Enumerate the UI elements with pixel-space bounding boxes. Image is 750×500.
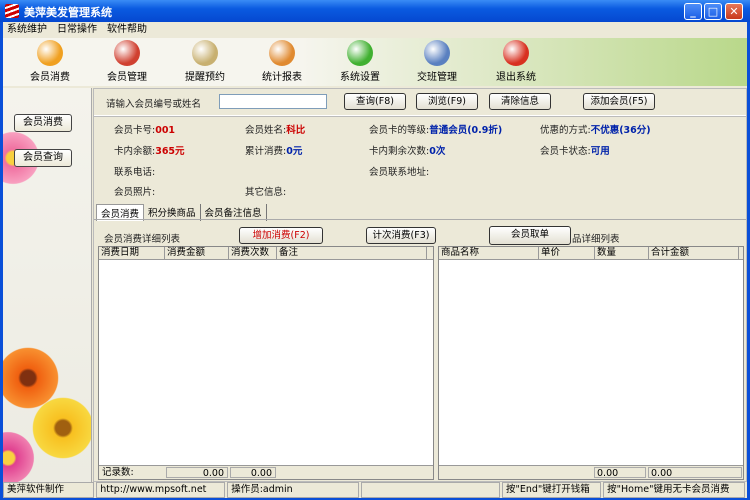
app-logo-icon [5, 4, 19, 18]
maximize-button[interactable]: □ [704, 3, 722, 20]
toolbar-label: 会员消费 [30, 72, 70, 83]
left-col-header[interactable]: 消费日期 [99, 247, 165, 259]
toolbar-button-2[interactable]: 提醒预约 [170, 40, 240, 83]
exchange-icon [424, 40, 450, 66]
product-list-title: 品详细列表 [572, 234, 620, 245]
balance-label: 卡内余额: [114, 146, 156, 157]
other-info-label: 其它信息: [245, 187, 287, 198]
query-button[interactable]: 查询(F8) [344, 93, 406, 110]
count-consume-button[interactable]: 计次消费(F3) [366, 227, 436, 244]
toolbar-label: 统计报表 [262, 72, 302, 83]
toolbar-button-3[interactable]: 统计报表 [247, 40, 317, 83]
search-input[interactable] [219, 94, 327, 109]
toolbar-label: 提醒预约 [185, 72, 225, 83]
status-cell-4: 按"End"键打开钱箱 [501, 482, 602, 498]
card-no-value: 001 [155, 125, 176, 136]
record-count-label: 记录数: [102, 467, 134, 478]
phone-label: 联系电话: [114, 167, 156, 178]
balance-value: 365元 [155, 146, 185, 157]
menu-help[interactable]: 软件帮助 [107, 24, 147, 35]
total-amount-sum: 0.00 [648, 467, 742, 479]
window-title: 美萍美发管理系统 [24, 6, 112, 19]
calendar-icon [192, 40, 218, 66]
menu-daily[interactable]: 日常操作 [57, 24, 97, 35]
product-grid: 商品名称 单价 数量 合计金额 0.00 0.00 [438, 246, 744, 480]
quantity-sum: 0.00 [594, 467, 646, 479]
name-value: 科比 [286, 125, 306, 136]
toolbar-label: 退出系统 [496, 72, 536, 83]
consume-list-title: 会员消费详细列表 [104, 234, 181, 245]
blocks-icon [347, 40, 373, 66]
toolbar-label: 系统设置 [340, 72, 380, 83]
search-label: 请输入会员编号或姓名 [106, 99, 202, 110]
member-order-button[interactable]: 会员取单 [489, 226, 571, 245]
address-label: 会员联系地址: [369, 167, 430, 178]
status-cell-1: http://www.mpsoft.net [96, 482, 226, 498]
left-col-header[interactable]: 消费金额 [165, 247, 229, 259]
photo-label: 会员照片: [114, 187, 156, 198]
browse-button[interactable]: 浏览(F9) [416, 93, 478, 110]
main-panel: 请输入会员编号或姓名 查询(F8) 浏览(F9) 清除信息 添加会员(F5) 会… [93, 88, 747, 482]
minimize-button[interactable]: _ [684, 3, 702, 20]
right-col-header[interactable]: 单价 [539, 247, 595, 259]
toolbar-button-6[interactable]: 退出系统 [481, 40, 551, 83]
menu-system[interactable]: 系统维护 [7, 24, 47, 35]
title-bar: 美萍美发管理系统 _ □ ✕ [0, 0, 750, 22]
member-consume-button[interactable]: 会员消费 [14, 114, 72, 132]
toolbar-button-5[interactable]: 交班管理 [402, 40, 472, 83]
level-label: 会员卡的等级: [369, 125, 430, 136]
toolbar: 会员消费 会员管理 提醒预约 统计报表 系统设置 交班管理 退出系统 [3, 38, 747, 86]
add-consume-button[interactable]: 增加消费(F2) [239, 227, 323, 244]
consume-grid: 消费日期 消费金额 消费次数 备注 记录数: 0.00 0.00 [98, 246, 434, 480]
amount-sum: 0.00 [166, 467, 228, 479]
exit-icon [503, 40, 529, 66]
right-col-header[interactable]: 数量 [595, 247, 649, 259]
discount-label: 优惠的方式: [540, 125, 591, 136]
sidebar: 会员消费 会员查询 [3, 88, 92, 482]
count-sum: 0.00 [230, 467, 276, 479]
divider [94, 219, 746, 220]
right-col-header[interactable]: 合计金额 [649, 247, 739, 259]
clear-button[interactable]: 清除信息 [489, 93, 551, 110]
divider [94, 115, 746, 117]
menu-bar: 系统维护 日常操作 软件帮助 [3, 22, 747, 37]
card-status-value: 可用 [590, 146, 610, 157]
forward-icon [37, 40, 63, 66]
status-cell-5: 按"Home"键用无卡会员消费 [603, 482, 745, 498]
report-icon [269, 40, 295, 66]
total-value: 0元 [286, 146, 303, 157]
toolbar-label: 交班管理 [417, 72, 457, 83]
member-warning-icon [114, 40, 140, 66]
toolbar-button-1[interactable]: 会员管理 [92, 40, 162, 83]
toolbar-label: 会员管理 [107, 72, 147, 83]
status-cell-3 [361, 482, 500, 498]
left-col-header[interactable]: 消费次数 [229, 247, 277, 259]
name-label: 会员姓名: [245, 125, 287, 136]
toolbar-button-4[interactable]: 系统设置 [325, 40, 395, 83]
status-bar: 美萍软件制作 http://www.mpsoft.net 操作员:admin 按"En… [3, 482, 747, 498]
close-button[interactable]: ✕ [725, 3, 743, 20]
status-cell-2: 操作员:admin [227, 482, 360, 498]
level-value: 普通会员(0.9折) [429, 125, 503, 136]
discount-value: 不优惠(36分) [590, 125, 651, 136]
member-query-button[interactable]: 会员查询 [14, 149, 72, 167]
status-cell-0: 美萍软件制作 [3, 482, 95, 498]
left-col-header[interactable]: 备注 [277, 247, 427, 259]
card-status-label: 会员卡状态: [540, 146, 591, 157]
total-label: 累计消费: [245, 146, 287, 157]
toolbar-button-0[interactable]: 会员消费 [15, 40, 85, 83]
right-col-header[interactable]: 商品名称 [439, 247, 539, 259]
card-no-label: 会员卡号: [114, 125, 156, 136]
app-window: 系统维护 日常操作 软件帮助 会员消费 会员管理 提醒预约 统计报表 系统设置 交班管理 退出系… [3, 22, 747, 498]
remain-label: 卡内剩余次数: [369, 146, 430, 157]
add-member-button[interactable]: 添加会员(F5) [583, 93, 655, 110]
remain-value: 0次 [429, 146, 446, 157]
